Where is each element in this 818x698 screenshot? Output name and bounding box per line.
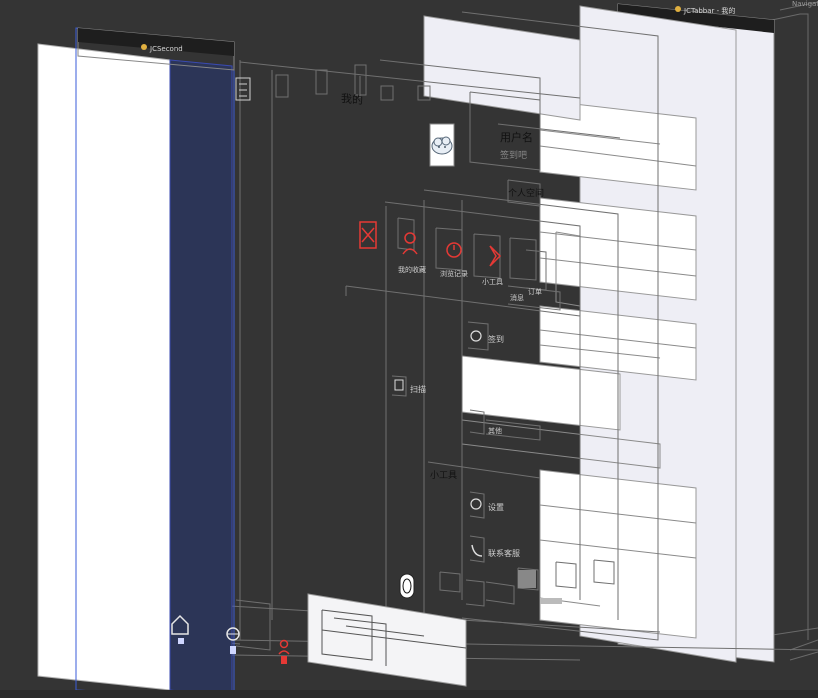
tools-header: 小工具 <box>430 470 457 481</box>
tabbar-bottom-panel <box>307 593 467 687</box>
row-settings-label: 设置 <box>488 502 504 512</box>
tab-person[interactable] <box>278 639 290 665</box>
row-messages[interactable]: 消息 <box>510 293 524 302</box>
cloud-avatar-icon <box>431 136 453 155</box>
sidebar-scroll-handle[interactable] <box>235 77 251 101</box>
feature-row: 我的收藏 浏览记录 小工具 订单 <box>359 221 542 296</box>
left-window-title: JCSecond <box>149 45 183 53</box>
row-other-label[interactable]: 其他 <box>488 426 502 435</box>
home-tab-dot <box>178 638 184 644</box>
history-icon[interactable] <box>446 242 462 258</box>
left-white-view <box>37 43 171 691</box>
phone-icon <box>471 544 483 557</box>
tabbar-window-title: JCTabbar - 我的 <box>683 6 735 15</box>
username-label: 用户名 <box>500 130 533 144</box>
edge-window-title: NavigationCo <box>792 0 818 8</box>
thumb-placeholder <box>518 570 536 588</box>
close-box-icon[interactable] <box>359 221 377 249</box>
person-icon[interactable] <box>402 232 418 255</box>
floor-strip <box>0 690 818 698</box>
progress-strip <box>540 598 562 604</box>
tool-icon[interactable] <box>489 245 502 267</box>
feature-label-3: 小工具 <box>482 277 503 286</box>
feature-label-4: 订单 <box>528 287 542 296</box>
row-contact-label: 联系客服 <box>488 548 520 558</box>
row-signin-label: 签到 <box>488 334 504 344</box>
capsule-inner <box>402 578 412 594</box>
personal-space-button[interactable]: 个人空间 <box>508 187 544 199</box>
sidebar-blue-view <box>169 59 233 698</box>
window-dot-icon <box>141 44 147 50</box>
feature-label-1: 我的收藏 <box>398 265 426 274</box>
signin-icon <box>470 330 482 342</box>
person-icon <box>279 639 289 649</box>
globe-tab-dot <box>230 646 236 654</box>
row-settings[interactable]: 设置 <box>470 498 504 512</box>
nav-title: 我的 <box>341 91 363 107</box>
feature-label-2: 浏览记录 <box>440 269 468 278</box>
row-scan-label: 扫描 <box>410 384 426 394</box>
row-scan[interactable]: 扫描 <box>394 379 426 394</box>
signature-label: 签到吧 <box>500 149 527 161</box>
gear-icon <box>470 498 482 510</box>
row-messages-label: 消息 <box>510 293 524 302</box>
view-hierarchy-canvas[interactable]: NavigationCo JCTabbar - 我的 <box>0 0 818 698</box>
scan-icon <box>394 379 404 391</box>
profile-avatar[interactable] <box>429 123 455 167</box>
person-tab-dot <box>281 656 287 664</box>
window-dot-icon <box>675 6 681 12</box>
row-contact[interactable]: 联系客服 <box>471 544 520 558</box>
